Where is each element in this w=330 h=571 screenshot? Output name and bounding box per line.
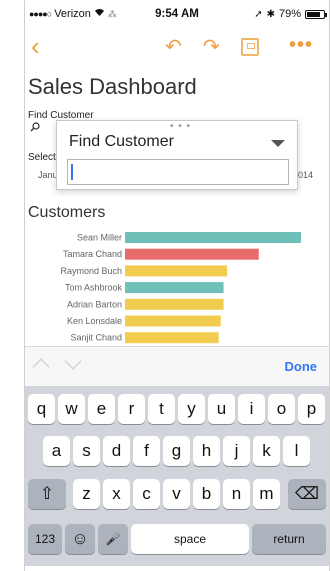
key-p[interactable]: p <box>298 394 325 424</box>
key-t[interactable]: t <box>148 394 175 424</box>
bluetooth-icon: ✱ <box>266 8 275 20</box>
space-key[interactable]: space <box>131 524 249 554</box>
keyboard: q w e r t y u i o p a s d f g h j k l ⇧ z x c v b n m ⌫ 123 ☺ 🎤 space re… <box>25 386 329 566</box>
shift-key[interactable]: ⇧ <box>28 479 66 509</box>
key-l[interactable]: l <box>283 436 310 466</box>
key-k[interactable]: k <box>253 436 280 466</box>
battery-icon <box>305 9 327 19</box>
bar-label: Raymond Buch <box>60 266 122 276</box>
popup-title: Find Customer <box>69 133 174 150</box>
undo-button[interactable]: ↶ <box>165 32 182 62</box>
key-q[interactable]: q <box>28 394 55 424</box>
bar-label: Adrian Barton <box>67 299 122 309</box>
app-screen: ●●●●○ Verizon ⁂ 9:54 AM ➚ ✱ 79% ‹ ↶ ↷ ••… <box>0 0 330 571</box>
find-customer-popup: • • • Find Customer <box>56 120 298 190</box>
key-c[interactable]: c <box>133 479 160 509</box>
delete-key[interactable]: ⌫ <box>288 479 326 509</box>
emoji-key[interactable]: ☺ <box>65 524 95 554</box>
key-w[interactable]: w <box>58 394 85 424</box>
key-a[interactable]: a <box>43 436 70 466</box>
customers-title: Customers <box>28 204 106 221</box>
toolbar: ‹ ↶ ↷ ••• <box>25 32 329 62</box>
status-bar: ●●●●○ Verizon ⁂ 9:54 AM ➚ ✱ 79% <box>25 8 329 24</box>
key-i[interactable]: i <box>238 394 265 424</box>
key-d[interactable]: d <box>103 436 130 466</box>
popup-drag-handle[interactable]: • • • <box>170 122 191 132</box>
bar-label: Ken Lonsdale <box>67 316 122 326</box>
date-start-text: Janu <box>38 170 58 180</box>
next-field-icon[interactable] <box>64 352 82 370</box>
key-h[interactable]: h <box>193 436 220 466</box>
key-b[interactable]: b <box>193 479 220 509</box>
location-arrow-icon: ➚ <box>254 8 263 20</box>
status-right: ➚ ✱ 79% <box>254 8 327 20</box>
bar[interactable] <box>125 232 301 243</box>
key-y[interactable]: y <box>178 394 205 424</box>
key-f[interactable]: f <box>133 436 160 466</box>
key-x[interactable]: x <box>103 479 130 509</box>
customers-bar-chart: Sean Miller Tamara Chand Raymond Buch Tom A… <box>60 232 301 344</box>
battery-fill <box>307 11 320 17</box>
microphone-key[interactable]: 🎤 <box>98 524 128 554</box>
back-button[interactable]: ‹ <box>31 32 40 60</box>
key-v[interactable]: v <box>163 479 190 509</box>
key-s[interactable]: s <box>73 436 100 466</box>
search-icon[interactable] <box>30 122 40 132</box>
key-n[interactable]: n <box>223 479 250 509</box>
key-j[interactable]: j <box>223 436 250 466</box>
bar[interactable] <box>125 282 224 294</box>
text-cursor <box>71 164 73 180</box>
key-g[interactable]: g <box>163 436 190 466</box>
battery-percent: 79% <box>278 8 301 20</box>
date-end-text: 014 <box>298 170 314 180</box>
select-label: Select <box>28 152 56 163</box>
key-z[interactable]: z <box>73 479 100 509</box>
key-m[interactable]: m <box>253 479 280 509</box>
bar[interactable] <box>125 265 228 277</box>
dropdown-caret-icon[interactable] <box>271 140 285 147</box>
key-u[interactable]: u <box>208 394 235 424</box>
bar[interactable] <box>125 298 224 310</box>
key-o[interactable]: o <box>268 394 295 424</box>
key-e[interactable]: e <box>88 394 115 424</box>
keyboard-accessory-bar: Done <box>25 346 329 386</box>
bar[interactable] <box>125 248 259 260</box>
key-r[interactable]: r <box>118 394 145 424</box>
bar-label: Tamara Chand <box>63 249 122 259</box>
customer-search-input[interactable] <box>67 159 289 185</box>
more-options-button[interactable]: ••• <box>289 32 313 58</box>
previous-field-icon[interactable] <box>32 358 50 376</box>
save-icon[interactable] <box>241 38 259 56</box>
bar[interactable] <box>125 332 219 344</box>
numbers-key[interactable]: 123 <box>28 524 62 554</box>
dashboard-title: Sales Dashboard <box>28 74 197 99</box>
bar-label: Sean Miller <box>77 233 122 243</box>
redo-button[interactable]: ↷ <box>203 32 220 62</box>
bar-label: Tom Ashbrook <box>65 283 123 293</box>
done-button[interactable]: Done <box>285 359 318 374</box>
bar[interactable] <box>125 315 221 327</box>
return-key[interactable]: return <box>252 524 326 554</box>
bar-label: Sanjit Chand <box>70 333 122 343</box>
